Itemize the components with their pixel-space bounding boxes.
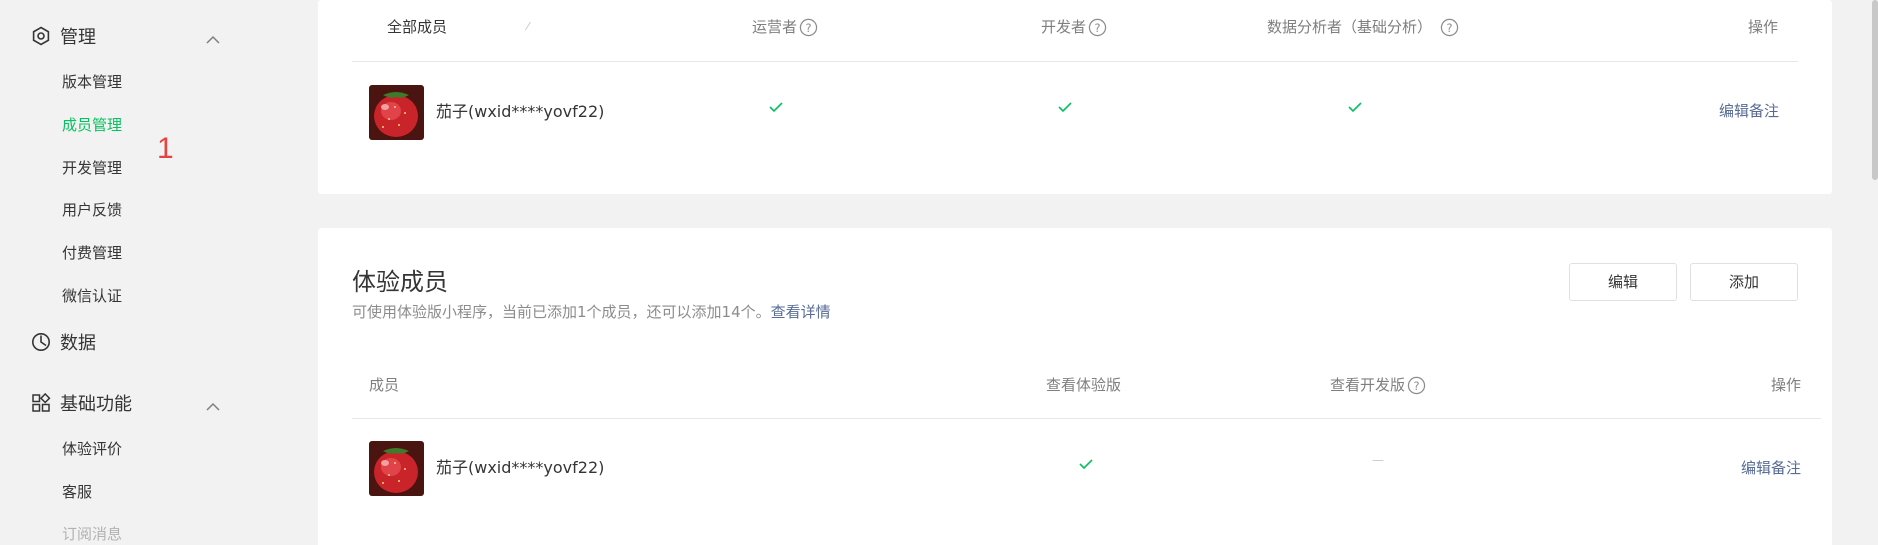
sidebar-item-subscribe[interactable]: 订阅消息 bbox=[62, 523, 122, 545]
view-details-link[interactable]: 查看详情 bbox=[771, 303, 831, 321]
checkmark-icon bbox=[1348, 102, 1362, 113]
member-filter-dropdown[interactable]: 全部成员 ⁄ bbox=[387, 15, 529, 39]
nav-group-label: 管理 bbox=[60, 27, 96, 48]
col-header-view-trial: 查看体验版 bbox=[1046, 376, 1122, 394]
scrollbar[interactable] bbox=[1872, 0, 1878, 180]
sidebar: 管理 版本管理 成员管理 开发管理 用户反馈 付费管理 微信认证 数据 基础功能… bbox=[0, 0, 300, 545]
help-icon[interactable]: ? bbox=[1440, 18, 1459, 37]
table-divider bbox=[352, 61, 1798, 62]
sidebar-item-verify[interactable]: 微信认证 bbox=[62, 285, 122, 307]
annotation-marker-1: 1 bbox=[157, 132, 174, 165]
svg-text:?: ? bbox=[1094, 20, 1100, 34]
svg-text:?: ? bbox=[1446, 20, 1452, 34]
add-button[interactable]: 添加 bbox=[1690, 263, 1798, 301]
col-header-label: 开发者 bbox=[1041, 18, 1087, 36]
checkmark-icon bbox=[1079, 459, 1093, 470]
col-header-action: 操作 bbox=[1748, 18, 1779, 36]
member-name: 茄子(wxid****yovf22) bbox=[436, 458, 605, 477]
nav-group-label: 数据 bbox=[60, 333, 96, 354]
help-icon[interactable]: ? bbox=[1407, 376, 1426, 395]
nav-group-basic[interactable]: 基础功能 bbox=[30, 388, 220, 418]
col-header-developer: 开发者 ? bbox=[1041, 15, 1107, 39]
table-divider bbox=[352, 418, 1821, 419]
nav-group-manage[interactable]: 管理 bbox=[30, 21, 220, 51]
section-title: 体验成员 bbox=[352, 268, 448, 296]
sidebar-item-rating[interactable]: 体验评价 bbox=[62, 438, 122, 460]
section-description: 可使用体验版小程序，当前已添加1个成员，还可以添加14个。查看详情 bbox=[352, 301, 831, 323]
avatar bbox=[369, 85, 424, 140]
col-header-view-dev: 查看开发版 ? bbox=[1330, 373, 1426, 397]
col-header-label: 查看开发版 bbox=[1330, 376, 1406, 394]
not-allowed-dash: — bbox=[1372, 453, 1384, 467]
help-icon[interactable]: ? bbox=[1088, 18, 1107, 37]
sidebar-item-payment[interactable]: 付费管理 bbox=[62, 242, 122, 264]
nav-group-label: 基础功能 bbox=[60, 394, 132, 415]
edit-remark-link[interactable]: 编辑备注 bbox=[1719, 100, 1779, 122]
sidebar-item-dev[interactable]: 开发管理 bbox=[62, 157, 122, 179]
col-header-label: 数据分析者（基础分析） bbox=[1267, 18, 1433, 36]
sidebar-item-members[interactable]: 成员管理 bbox=[62, 114, 122, 136]
checkmark-icon bbox=[769, 102, 783, 113]
sidebar-item-version[interactable]: 版本管理 bbox=[62, 71, 122, 93]
svg-text:?: ? bbox=[1413, 378, 1419, 392]
edit-remark-link[interactable]: 编辑备注 bbox=[1741, 457, 1801, 479]
edit-button[interactable]: 编辑 bbox=[1569, 263, 1677, 301]
col-header-label: 运营者 bbox=[752, 18, 798, 36]
col-header-member: 成员 bbox=[369, 376, 400, 394]
col-header-action: 操作 bbox=[1771, 376, 1802, 394]
settings-icon bbox=[30, 25, 52, 47]
help-icon[interactable]: ? bbox=[799, 18, 818, 37]
avatar bbox=[369, 441, 424, 496]
col-header-operator: 运营者 ? bbox=[752, 15, 818, 39]
apps-grid-icon bbox=[30, 392, 52, 414]
checkmark-icon bbox=[1058, 102, 1072, 113]
pie-chart-icon bbox=[30, 331, 52, 353]
col-header-analyst: 数据分析者（基础分析） ? bbox=[1267, 15, 1459, 39]
dropdown-arrow-icon: ⁄ bbox=[527, 20, 529, 33]
svg-text:?: ? bbox=[805, 20, 811, 34]
member-name: 茄子(wxid****yovf22) bbox=[436, 102, 605, 121]
chevron-up-icon[interactable] bbox=[206, 396, 220, 415]
chevron-up-icon[interactable] bbox=[206, 29, 220, 48]
filter-label: 全部成员 bbox=[387, 18, 448, 36]
description-text: 可使用体验版小程序，当前已添加1个成员，还可以添加14个。 bbox=[352, 303, 771, 321]
sidebar-item-service[interactable]: 客服 bbox=[62, 481, 92, 503]
nav-group-data[interactable]: 数据 bbox=[30, 327, 220, 357]
sidebar-item-feedback[interactable]: 用户反馈 bbox=[62, 199, 122, 221]
